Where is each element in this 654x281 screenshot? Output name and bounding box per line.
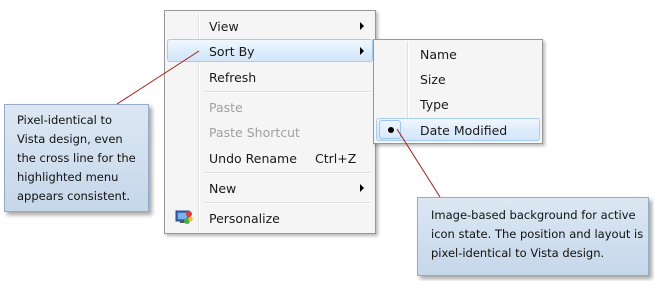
callout-text-line: Pixel-identical to <box>17 113 113 127</box>
menu-item-view[interactable]: View <box>167 14 373 37</box>
callout-text-line: Image-based background for active <box>431 208 636 222</box>
submenu-item-date-modified[interactable]: Date Modified <box>376 118 540 141</box>
menu-item-label: Sort By <box>209 44 255 59</box>
submenu-item-name[interactable]: Name <box>376 42 540 65</box>
menu-item-paste-shortcut[interactable]: Paste Shortcut <box>167 120 373 143</box>
menu-item-label: Paste <box>209 100 243 115</box>
menu-item-label: Personalize <box>209 211 280 226</box>
callout-text-line: highlighted menu <box>17 170 119 184</box>
menu-item-label: Name <box>420 47 457 62</box>
menu-separator <box>203 91 371 93</box>
menu-item-sort-by[interactable]: Sort By <box>167 39 373 62</box>
submenu-item-type[interactable]: Type <box>376 92 540 115</box>
menu-item-label: Size <box>420 72 446 87</box>
menu-item-undo-rename[interactable]: Undo Rename Ctrl+Z <box>167 146 373 169</box>
menu-item-label: Paste Shortcut <box>209 125 300 140</box>
callout-text-line: icon state. The position and layout is <box>431 227 644 241</box>
menu-item-shortcut: Ctrl+Z <box>315 151 357 166</box>
menu-item-label: Type <box>420 97 449 112</box>
context-menu: View Sort By Refresh Paste Paste Shortcu… <box>164 10 376 234</box>
menu-item-label: Date Modified <box>420 123 508 138</box>
personalize-icon <box>175 210 193 224</box>
submenu-arrow-icon <box>360 184 364 192</box>
menu-item-paste[interactable]: Paste <box>167 95 373 118</box>
sort-by-submenu: Name Size Type Date Modified <box>373 39 543 144</box>
checked-indicator <box>379 120 401 139</box>
annotation-callout-right: Image-based background for active icon s… <box>417 197 649 276</box>
menu-item-label: Refresh <box>209 70 257 85</box>
bullet-icon <box>388 127 394 133</box>
callout-text-line: Vista design, even <box>17 132 123 146</box>
submenu-item-size[interactable]: Size <box>376 67 540 90</box>
menu-item-personalize[interactable]: Personalize <box>167 206 373 229</box>
annotation-callout-left: Pixel-identical to Vista design, even th… <box>4 104 149 212</box>
callout-text-line: pixel-identical to Vista design. <box>431 246 605 260</box>
submenu-arrow-icon <box>360 22 364 30</box>
menu-item-label: Undo Rename <box>209 151 297 166</box>
menu-separator <box>203 172 371 174</box>
submenu-arrow-icon <box>360 47 364 55</box>
menu-item-refresh[interactable]: Refresh <box>167 65 373 88</box>
callout-text-line: appears consistent. <box>17 189 131 203</box>
menu-item-label: New <box>209 181 237 196</box>
menu-separator <box>203 202 371 204</box>
menu-item-new[interactable]: New <box>167 176 373 199</box>
callout-text-line: the cross line for the <box>17 151 136 165</box>
menu-item-label: View <box>209 19 239 34</box>
